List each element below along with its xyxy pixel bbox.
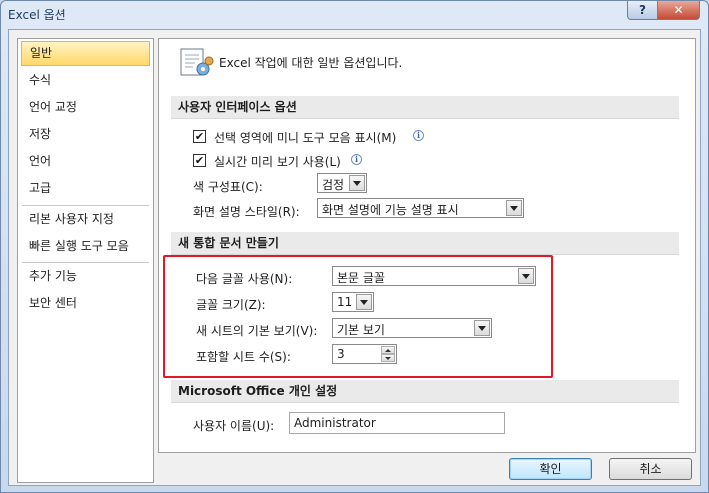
sidebar-item-add-ins[interactable]: 추가 기능 [21, 264, 150, 289]
default-font-dropdown[interactable]: 본문 글꼴 [332, 266, 536, 286]
chevron-down-icon [518, 268, 534, 284]
font-size-dropdown[interactable]: 11 [332, 292, 374, 312]
close-icon: ✕ [673, 3, 684, 17]
color-scheme-dropdown[interactable]: 검정 [317, 173, 367, 193]
sheet-count-spinner[interactable]: 3 [332, 344, 397, 364]
cancel-button[interactable]: 취소 [609, 458, 692, 480]
sidebar-divider [22, 205, 149, 206]
default-font-value: 본문 글꼴 [337, 271, 385, 285]
sidebar-item-formulas[interactable]: 수식 [21, 68, 150, 93]
intro-text: Excel 작업에 대한 일반 옵션입니다. [219, 56, 403, 70]
mini-toolbar-checkbox[interactable]: ✔ [193, 130, 206, 143]
section-header-new-workbook: 새 통합 문서 만들기 [171, 232, 679, 255]
ok-button[interactable]: 확인 [509, 458, 592, 480]
info-icon: i [351, 154, 362, 165]
help-icon: ? [639, 3, 646, 17]
username-input[interactable] [290, 413, 504, 433]
sheet-count-value: 3 [337, 347, 345, 361]
sidebar-divider [22, 262, 149, 263]
spin-down-icon[interactable] [381, 354, 395, 362]
sidebar-item-save[interactable]: 저장 [21, 122, 150, 147]
screentip-style-value: 화면 설명에 기능 설명 표시 [322, 203, 459, 217]
excel-options-dialog: Excel 옵션 ? ✕ 일반 수식 언어 교정 저장 언어 고급 리본 사용자… [0, 0, 709, 493]
chevron-down-icon [506, 200, 522, 216]
spinner-buttons [381, 346, 395, 362]
options-settings-icon [180, 48, 214, 76]
live-preview-checkbox[interactable]: ✔ [193, 154, 206, 167]
window-title: Excel 옵션 [8, 8, 66, 22]
default-font-label: 다음 글꼴 사용(N): [196, 272, 293, 286]
screentip-style-label: 화면 설명 스타일(R): [193, 205, 300, 219]
sidebar-item-general[interactable]: 일반 [21, 41, 150, 66]
sidebar-item-language[interactable]: 언어 [21, 149, 150, 174]
default-view-dropdown[interactable]: 기본 보기 [332, 318, 492, 338]
mini-toolbar-label[interactable]: 선택 영역에 미니 도구 모음 표시(M) [214, 129, 396, 146]
username-label: 사용자 이름(U): [193, 419, 275, 433]
spin-up-icon[interactable] [381, 346, 395, 354]
default-view-label: 새 시트의 기본 보기(V): [196, 324, 318, 338]
font-size-label: 글꼴 크기(Z): [196, 298, 266, 312]
close-button[interactable]: ✕ [657, 1, 700, 20]
sidebar-item-advanced[interactable]: 고급 [21, 176, 150, 201]
title-bar: Excel 옵션 ? ✕ [1, 1, 708, 29]
sidebar-item-proofing[interactable]: 언어 교정 [21, 95, 150, 120]
sheet-count-label: 포함할 시트 수(S): [196, 350, 291, 364]
chevron-down-icon [474, 320, 490, 336]
dialog-body: 일반 수식 언어 교정 저장 언어 고급 리본 사용자 지정 빠른 실행 도구 … [8, 29, 701, 486]
live-preview-label[interactable]: 실시간 미리 보기 사용(L) [214, 153, 341, 170]
default-view-value: 기본 보기 [337, 323, 385, 337]
chevron-down-icon [356, 294, 372, 310]
category-list: 일반 수식 언어 교정 저장 언어 고급 리본 사용자 지정 빠른 실행 도구 … [17, 38, 154, 483]
section-header-ui-options: 사용자 인터페이스 옵션 [171, 96, 679, 119]
screentip-style-dropdown[interactable]: 화면 설명에 기능 설명 표시 [317, 198, 524, 218]
font-size-value: 11 [337, 295, 353, 309]
chevron-down-icon [349, 175, 365, 191]
general-options-panel: Excel 작업에 대한 일반 옵션입니다. 사용자 인터페이스 옵션 ✔ 선택… [158, 38, 696, 453]
color-scheme-value: 검정 [322, 178, 345, 192]
section-header-personalize: Microsoft Office 개인 설정 [171, 380, 679, 403]
help-button[interactable]: ? [627, 1, 658, 20]
username-field[interactable] [289, 412, 505, 434]
sidebar-item-quick-access-toolbar[interactable]: 빠른 실행 도구 모음 [21, 234, 150, 259]
sidebar-item-customize-ribbon[interactable]: 리본 사용자 지정 [21, 207, 150, 232]
sidebar-item-trust-center[interactable]: 보안 센터 [21, 291, 150, 316]
info-icon: i [413, 130, 424, 141]
color-scheme-label: 색 구성표(C): [193, 180, 263, 194]
